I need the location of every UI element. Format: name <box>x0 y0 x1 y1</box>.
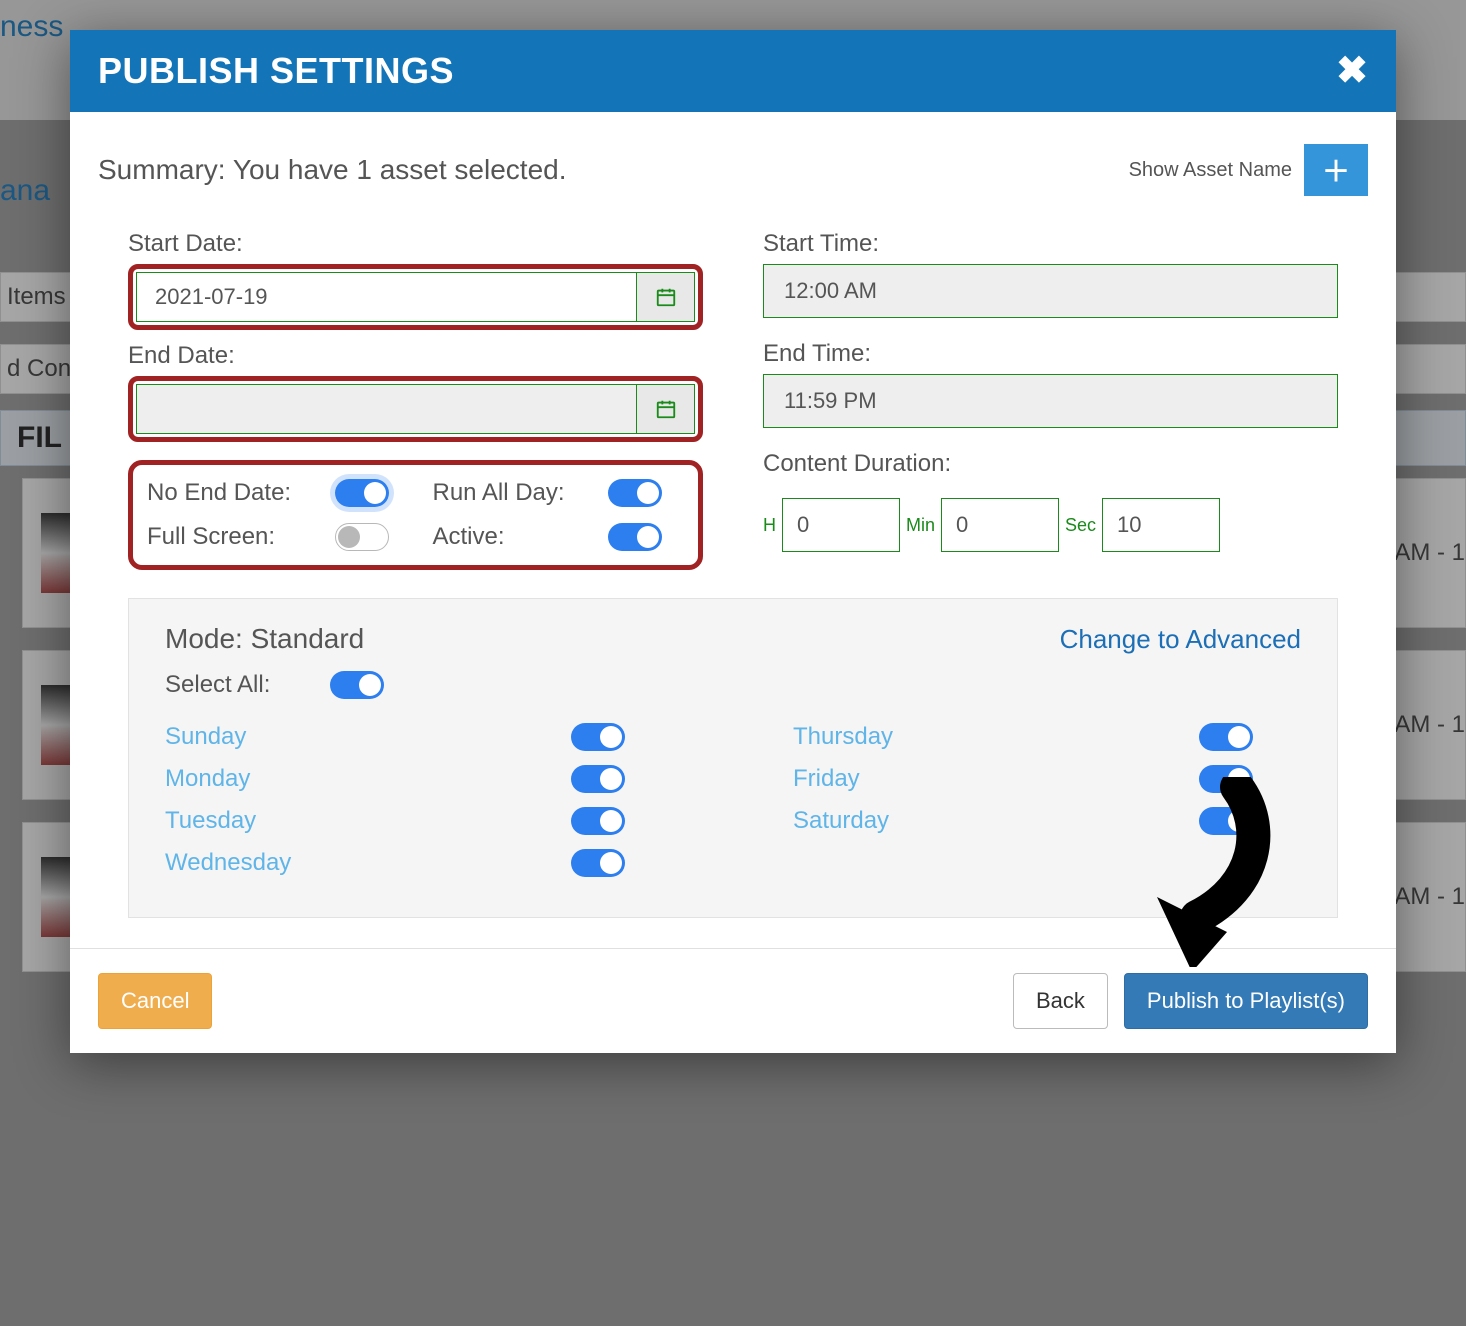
day-thursday-toggle[interactable] <box>1199 723 1253 751</box>
end-time-value: 11:59 PM <box>784 388 877 414</box>
day-wednesday-toggle[interactable] <box>571 849 625 877</box>
no-end-date-toggle[interactable] <box>335 479 389 507</box>
select-all-toggle[interactable] <box>330 671 384 699</box>
close-icon[interactable]: ✖ <box>1336 52 1368 90</box>
day-friday-label: Friday <box>793 765 860 793</box>
plus-icon: ＋ <box>1322 150 1350 190</box>
start-date-label: Start Date: <box>128 230 703 258</box>
day-tuesday-label: Tuesday <box>165 807 256 835</box>
calendar-icon <box>655 398 677 420</box>
start-time-label: Start Time: <box>763 230 1338 258</box>
show-asset-name-button[interactable]: ＋ <box>1304 144 1368 196</box>
publish-settings-modal: PUBLISH SETTINGS ✖ Summary: You have 1 a… <box>70 30 1396 1053</box>
start-time-value: 12:00 AM <box>784 278 877 304</box>
duration-sec-label: Sec <box>1065 515 1096 536</box>
modal-overlay: PUBLISH SETTINGS ✖ Summary: You have 1 a… <box>0 0 1466 1326</box>
duration-seconds-input[interactable] <box>1102 498 1220 552</box>
duration-min-label: Min <box>906 515 935 536</box>
mode-title: Mode: Standard <box>165 623 364 655</box>
end-time-input[interactable]: 11:59 PM <box>763 374 1338 428</box>
modal-body: Summary: You have 1 asset selected. Show… <box>70 112 1396 948</box>
content-duration-label: Content Duration: <box>763 450 1338 478</box>
run-all-day-label: Run All Day: <box>433 479 591 507</box>
modal-footer: Cancel Back Publish to Playlist(s) <box>70 948 1396 1053</box>
start-time-input[interactable]: 12:00 AM <box>763 264 1338 318</box>
day-sunday-toggle[interactable] <box>571 723 625 751</box>
calendar-icon <box>655 286 677 308</box>
day-saturday-label: Saturday <box>793 807 889 835</box>
run-all-day-toggle[interactable] <box>608 479 662 507</box>
end-date-label: End Date: <box>128 342 703 370</box>
start-date-calendar-button[interactable] <box>637 272 695 322</box>
day-friday-toggle[interactable] <box>1199 765 1253 793</box>
day-wednesday-label: Wednesday <box>165 849 291 877</box>
start-date-input[interactable] <box>136 272 637 322</box>
options-highlight: No End Date: Run All Day: Full Screen: A… <box>128 460 703 570</box>
full-screen-toggle[interactable] <box>335 523 389 551</box>
end-date-calendar-button[interactable] <box>637 384 695 434</box>
active-toggle[interactable] <box>608 523 662 551</box>
end-time-label: End Time: <box>763 340 1338 368</box>
start-date-highlight <box>128 264 703 330</box>
day-saturday-toggle[interactable] <box>1199 807 1253 835</box>
day-thursday-label: Thursday <box>793 723 893 751</box>
end-date-highlight <box>128 376 703 442</box>
no-end-date-label: No End Date: <box>147 479 317 507</box>
active-label: Active: <box>433 523 591 551</box>
show-asset-name-label: Show Asset Name <box>1129 159 1292 182</box>
back-button[interactable]: Back <box>1013 973 1108 1029</box>
end-date-input[interactable] <box>136 384 637 434</box>
day-sunday-label: Sunday <box>165 723 246 751</box>
day-monday-toggle[interactable] <box>571 765 625 793</box>
modal-header: PUBLISH SETTINGS ✖ <box>70 30 1396 112</box>
change-to-advanced-link[interactable]: Change to Advanced <box>1060 624 1301 655</box>
duration-hours-input[interactable] <box>782 498 900 552</box>
summary-text: Summary: You have 1 asset selected. <box>98 154 567 186</box>
mode-panel: Mode: Standard Change to Advanced Select… <box>128 598 1338 918</box>
duration-h-label: H <box>763 515 776 536</box>
cancel-button[interactable]: Cancel <box>98 973 212 1029</box>
day-tuesday-toggle[interactable] <box>571 807 625 835</box>
publish-button[interactable]: Publish to Playlist(s) <box>1124 973 1368 1029</box>
modal-title: PUBLISH SETTINGS <box>98 50 454 92</box>
full-screen-label: Full Screen: <box>147 523 317 551</box>
duration-minutes-input[interactable] <box>941 498 1059 552</box>
day-monday-label: Monday <box>165 765 250 793</box>
select-all-label: Select All: <box>165 671 270 699</box>
